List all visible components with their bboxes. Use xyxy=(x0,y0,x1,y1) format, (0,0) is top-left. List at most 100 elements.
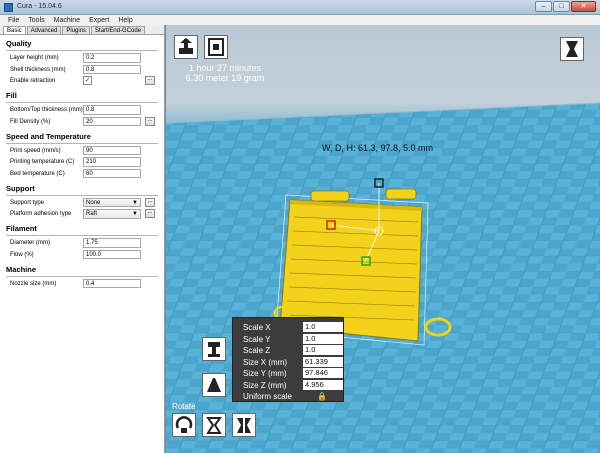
diameter-label: Diameter (mm) xyxy=(10,240,50,246)
save-gcode-button[interactable] xyxy=(204,35,228,59)
scale-y-row: Scale Y 1.0 xyxy=(239,333,343,346)
support-type-select[interactable]: None ▼ xyxy=(83,197,141,207)
3d-viewport[interactable]: 1 hour 27 minutes 6.30 meter 19 gram W, … xyxy=(166,25,600,453)
rotate-label: Rotate xyxy=(172,402,196,411)
load-icon xyxy=(179,38,193,54)
retraction-settings-button[interactable]: ... xyxy=(145,76,155,85)
diameter-row: Diameter (mm) 1.75 xyxy=(6,238,158,249)
size-y-label: Size Y (mm) xyxy=(243,369,287,378)
nozzle-row: Nozzle size (mm) 0.4 xyxy=(6,278,158,290)
scale-x-row: Scale X 1.0 xyxy=(239,322,343,334)
adhesion-value: Raft xyxy=(86,211,98,217)
window-title: Cura - 15.04.6 xyxy=(17,3,62,10)
scale-z-input[interactable]: 1.0 xyxy=(303,345,343,355)
print-temp-label: Printing temperature (C) xyxy=(10,159,75,165)
view-mode-icon xyxy=(566,41,578,57)
mirror-tool-button[interactable] xyxy=(202,373,226,397)
nozzle-input[interactable]: 0.4 xyxy=(83,278,141,288)
mirror-mode-button[interactable] xyxy=(232,413,256,437)
window-controls: – □ ✕ xyxy=(535,1,596,12)
printer-icon xyxy=(208,38,224,56)
chevron-down-icon: ▼ xyxy=(132,199,138,206)
uniform-scale-row: Uniform scale 🔒 xyxy=(239,391,337,403)
scale-x-label: Scale X xyxy=(243,323,271,332)
section-title-fill: Fill xyxy=(6,91,158,103)
tab-plugins[interactable]: Plugins xyxy=(62,26,91,34)
adhesion-label: Platform adhesion type xyxy=(10,211,72,217)
filament-section: Filament Diameter (mm) 1.75 Flow (%) 100… xyxy=(0,224,164,261)
scale-mode-icon xyxy=(206,417,222,434)
print-temp-input[interactable]: 210 xyxy=(83,157,141,167)
mirror-mode-icon xyxy=(237,418,251,433)
size-z-input[interactable]: 4.956 xyxy=(303,379,343,390)
scale-tool-button[interactable] xyxy=(202,337,226,361)
adhesion-select[interactable]: Raft ▼ xyxy=(83,209,141,219)
fill-density-input[interactable]: 20 xyxy=(83,116,141,126)
rotate-icon xyxy=(175,416,193,433)
tab-start-end-gcode[interactable]: Start/End-GCode xyxy=(91,26,146,34)
size-y-row: Size Y (mm) 97.846 xyxy=(239,368,343,380)
shell-thickness-input[interactable]: 0.8 xyxy=(83,64,141,74)
print-temp-row: Printing temperature (C) 210 xyxy=(6,157,158,168)
lock-icon[interactable]: 🔒 xyxy=(317,392,327,401)
section-title-support: Support xyxy=(6,184,158,196)
scale-panel: Scale X 1.0 Scale Y 1.0 Scale Z 1.0 Size X … xyxy=(232,317,344,402)
retraction-label: Enable retraction xyxy=(10,78,56,84)
load-model-button[interactable] xyxy=(174,35,198,59)
bed-temp-label: Bed temperature (C) xyxy=(10,170,65,177)
layer-height-row: Layer height (mm) 0.2 xyxy=(6,53,158,64)
layer-height-input[interactable]: 0.2 xyxy=(83,53,141,63)
adhesion-row: Platform adhesion type Raft ▼ ... xyxy=(6,209,158,220)
support-section: Support Support type None ▼ ... Platform … xyxy=(0,184,164,221)
tab-advanced[interactable]: Advanced xyxy=(26,26,62,34)
mirror-icon xyxy=(207,378,221,392)
diameter-input[interactable]: 1.75 xyxy=(83,238,141,248)
size-z-label: Size Z (mm) xyxy=(243,380,287,390)
scale-x-input[interactable]: 1.0 xyxy=(303,322,343,332)
menu-file[interactable]: File xyxy=(8,17,19,24)
flow-label: Flow (%) xyxy=(10,251,34,258)
size-x-input[interactable]: 61.339 xyxy=(303,356,343,367)
support-settings-button[interactable]: ... xyxy=(145,197,155,207)
shell-thickness-label: Shell thickness (mm) xyxy=(10,66,66,73)
retraction-row: Enable retraction ✓ ... xyxy=(6,76,158,87)
close-button[interactable]: ✕ xyxy=(571,1,596,12)
speed-section: Speed and Temperature Print speed (mm/s)… xyxy=(0,132,164,180)
view-mode-button[interactable] xyxy=(560,37,584,61)
scale-y-input[interactable]: 1.0 xyxy=(303,333,343,344)
size-x-label: Size X (mm) xyxy=(243,357,287,367)
minimize-button[interactable]: – xyxy=(535,1,552,12)
scale-icon xyxy=(208,342,220,357)
bed-temp-input[interactable]: 60 xyxy=(83,168,141,178)
machine-section: Machine Nozzle size (mm) 0.4 xyxy=(0,265,164,290)
print-time: 1 hour 27 minutes xyxy=(188,63,262,73)
scale-z-label: Scale Z xyxy=(243,346,271,355)
quality-section: Quality Layer height (mm) 0.2 Shell thic… xyxy=(0,39,164,87)
chevron-down-icon: ▼ xyxy=(132,211,138,217)
bed-temp-row: Bed temperature (C) 60 xyxy=(6,168,158,180)
size-y-input[interactable]: 97.846 xyxy=(303,368,343,378)
tab-basic[interactable]: Basic xyxy=(3,26,26,34)
nozzle-label: Nozzle size (mm) xyxy=(10,280,57,287)
menu-help[interactable]: Help xyxy=(118,17,132,24)
print-material: 6.30 meter 19 gram xyxy=(185,73,265,83)
print-speed-input[interactable]: 90 xyxy=(83,145,141,155)
menu-machine[interactable]: Machine xyxy=(54,17,80,24)
flow-input[interactable]: 100.0 xyxy=(83,249,141,259)
adhesion-settings-button[interactable]: ... xyxy=(145,209,155,218)
size-x-row: Size X (mm) 61.339 xyxy=(239,356,343,369)
support-type-row: Support type None ▼ ... xyxy=(6,197,158,209)
retraction-checkbox[interactable]: ✓ xyxy=(83,76,92,85)
section-title-quality: Quality xyxy=(6,39,158,51)
rotate-tool-button[interactable] xyxy=(172,413,196,437)
menu-tools[interactable]: Tools xyxy=(28,17,44,24)
fill-density-row: Fill Density (%) 20 ... xyxy=(6,116,158,128)
menu-expert[interactable]: Expert xyxy=(89,17,109,24)
scale-mode-button[interactable] xyxy=(202,413,226,437)
support-type-value: None xyxy=(86,199,101,206)
print-info: 1 hour 27 minutes 6.30 meter 19 gram xyxy=(174,63,276,83)
cura-app-icon xyxy=(4,3,13,12)
bottom-top-input[interactable]: 0.8 xyxy=(83,105,141,115)
maximize-button[interactable]: □ xyxy=(553,1,570,12)
fill-settings-button[interactable]: ... xyxy=(145,116,155,126)
